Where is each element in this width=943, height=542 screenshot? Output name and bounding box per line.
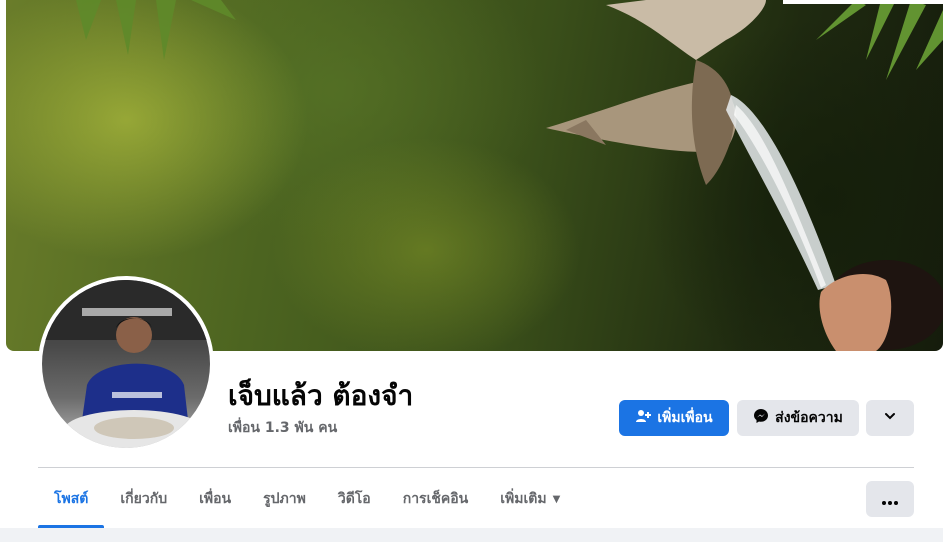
profile-avatar[interactable] <box>38 276 214 452</box>
add-friend-button[interactable]: เพิ่มเพื่อน <box>619 400 729 436</box>
profile-page: เจ็บแล้ว ต้องจำ เพื่อน 1.3 พัน คน เพิ่มเ… <box>0 0 943 542</box>
overflow-menu-button[interactable] <box>866 481 914 517</box>
add-friend-label: เพิ่มเพื่อน <box>657 410 713 426</box>
page-background <box>0 528 943 542</box>
tab-videos[interactable]: วิดีโอ <box>322 470 387 528</box>
caret-down-icon: ▼ <box>552 493 561 505</box>
profile-name: เจ็บแล้ว ต้องจำ <box>228 379 414 412</box>
more-actions-button[interactable] <box>866 400 914 436</box>
tab-checkins[interactable]: การเช็คอิน <box>387 470 485 528</box>
tab-label: เพิ่มเติม <box>500 491 547 507</box>
tab-label: เพื่อน <box>199 491 232 507</box>
profile-photo-artwork <box>42 280 210 448</box>
tab-label: โพสต์ <box>54 491 89 507</box>
person-plus-icon <box>635 408 652 428</box>
tab-more[interactable]: เพิ่มเติม ▼ <box>484 470 576 528</box>
tab-about[interactable]: เกี่ยวกับ <box>104 470 183 528</box>
message-label: ส่งข้อความ <box>775 410 843 426</box>
messenger-icon <box>753 408 769 428</box>
chevron-down-icon <box>883 409 897 427</box>
tab-posts[interactable]: โพสต์ <box>38 470 105 528</box>
header-divider <box>38 467 914 468</box>
tab-friends[interactable]: เพื่อน <box>183 470 247 528</box>
tab-photos[interactable]: รูปภาพ <box>247 470 322 528</box>
profile-photo <box>42 280 210 448</box>
ellipsis-icon <box>882 490 898 509</box>
tab-label: เกี่ยวกับ <box>120 491 168 507</box>
tab-label: วิดีโอ <box>337 491 371 507</box>
tab-label: รูปภาพ <box>263 491 306 507</box>
profile-tabs: โพสต์ เกี่ยวกับ เพื่อน รูปภาพ วิดีโอ การ… <box>38 470 576 528</box>
tab-label: การเช็คอิน <box>402 491 469 507</box>
message-button[interactable]: ส่งข้อความ <box>737 400 859 436</box>
friends-count[interactable]: เพื่อน 1.3 พัน คน <box>228 417 337 439</box>
cover-top-edge <box>783 0 943 4</box>
